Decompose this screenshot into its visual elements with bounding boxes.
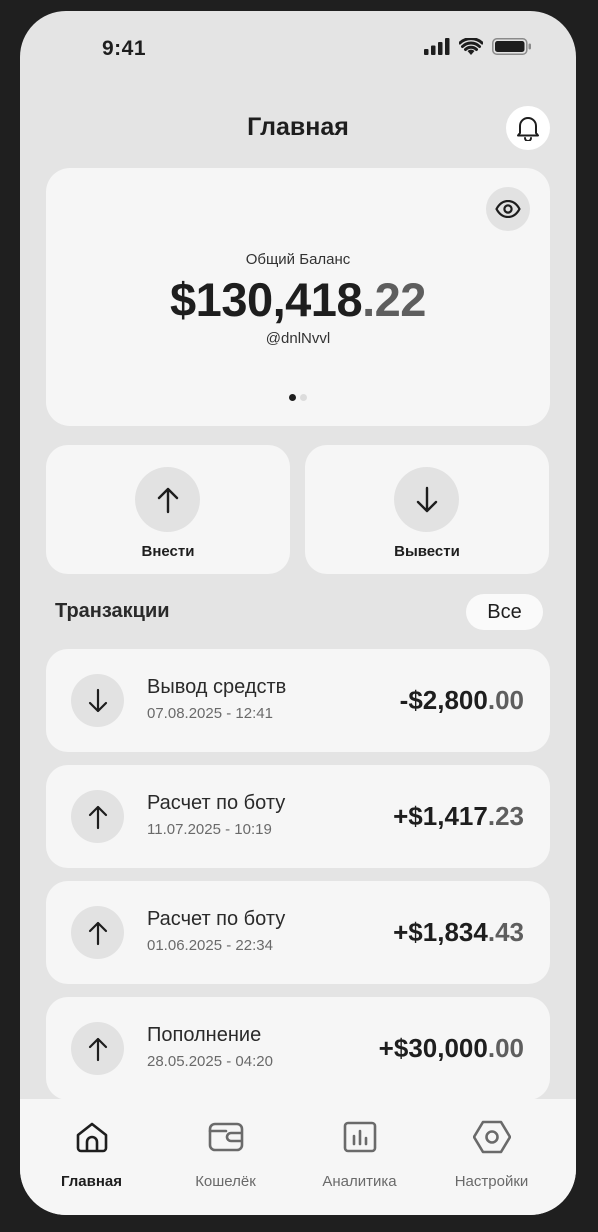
transaction-amount: +$1,417.23 [393, 801, 524, 832]
transaction-amount: +$1,834.43 [393, 917, 524, 948]
tab-label: Кошелёк [195, 1173, 256, 1190]
carousel-dot-active[interactable] [289, 394, 296, 401]
transaction-item[interactable]: Пополнение 28.05.2025 - 04:20 +$30,000.0… [46, 997, 550, 1100]
deposit-circle [135, 467, 200, 532]
balance-amount: $130,418.22 [46, 272, 550, 327]
arrow-down-icon [416, 486, 437, 512]
transaction-direction-icon [71, 1022, 124, 1075]
transaction-amount: +$30,000.00 [379, 1033, 524, 1064]
all-transactions-button[interactable]: Все [466, 594, 543, 630]
status-icons [424, 38, 532, 55]
bell-icon [517, 117, 539, 141]
amount-cents: .00 [487, 685, 524, 715]
arrow-up-icon [88, 1037, 107, 1061]
home-icon [72, 1117, 112, 1157]
amount-cents: .00 [487, 1033, 524, 1063]
balance-label: Общий Баланс [245, 251, 351, 268]
withdraw-button[interactable]: Вывести [305, 445, 549, 574]
withdraw-label: Вывести [394, 543, 460, 560]
transaction-title: Расчет по боту [147, 908, 286, 930]
amount-whole: -$2,800 [399, 685, 488, 715]
transactions-title: Транзакции [55, 600, 170, 622]
phone-screen: 9:41 Главная Общий Баланс $130,418.22 @d… [20, 11, 576, 1215]
transaction-direction-icon [71, 790, 124, 843]
transaction-title: Вывод средств [147, 676, 287, 698]
amount-whole: +$1,417 [393, 801, 488, 831]
transaction-direction-icon [71, 906, 124, 959]
transaction-date: 07.08.2025 - 12:41 [147, 705, 273, 722]
tab-bar: Главная Кошелёк Аналитика Настройки [20, 1099, 576, 1215]
tab-label: Главная [60, 1173, 122, 1190]
transaction-title: Расчет по боту [147, 792, 286, 814]
transaction-date: 11.07.2025 - 10:19 [147, 821, 272, 838]
tab-label: Настройки [454, 1173, 529, 1190]
arrow-up-icon [157, 487, 178, 513]
transaction-item[interactable]: Расчет по боту 11.07.2025 - 10:19 +$1,41… [46, 765, 550, 868]
arrow-up-icon [88, 805, 107, 829]
analytics-icon [340, 1117, 380, 1157]
transaction-date: 01.06.2025 - 22:34 [147, 937, 273, 954]
tab-analytics[interactable]: Аналитика [290, 1099, 429, 1215]
transaction-item[interactable]: Вывод средств 07.08.2025 - 12:41 -$2,800… [46, 649, 550, 752]
balance-card[interactable]: Общий Баланс $130,418.22 @dnlNvvl [46, 168, 550, 426]
toggle-visibility-button[interactable] [486, 187, 530, 231]
tab-settings[interactable]: Настройки [422, 1099, 561, 1215]
balance-cents: .22 [362, 273, 426, 326]
transactions-list: Вывод средств 07.08.2025 - 12:41 -$2,800… [46, 649, 550, 1113]
notifications-button[interactable] [506, 106, 550, 150]
amount-cents: .23 [487, 801, 524, 831]
username: @dnlNvvl [265, 330, 331, 347]
balance-whole: $130,418 [170, 273, 363, 326]
settings-icon [472, 1117, 512, 1157]
status-bar: 9:41 [20, 11, 576, 85]
carousel-dots[interactable] [46, 394, 550, 401]
signal-icon [424, 38, 450, 55]
withdraw-circle [394, 467, 459, 532]
eye-icon [495, 200, 521, 218]
transaction-direction-icon [71, 674, 124, 727]
amount-whole: +$1,834 [393, 917, 488, 947]
status-time: 9:41 [102, 37, 147, 60]
transaction-title: Пополнение [147, 1024, 262, 1046]
tab-home[interactable]: Главная [22, 1099, 161, 1215]
wifi-icon [459, 38, 483, 55]
arrow-up-icon [88, 921, 107, 945]
tab-label: Аналитика [322, 1173, 397, 1190]
amount-whole: +$30,000 [378, 1033, 488, 1063]
battery-icon [492, 38, 531, 55]
transaction-item[interactable]: Расчет по боту 01.06.2025 - 22:34 +$1,83… [46, 881, 550, 984]
deposit-button[interactable]: Внести [46, 445, 290, 574]
amount-cents: .43 [487, 917, 524, 947]
page-title: Главная [247, 113, 349, 141]
wallet-icon [206, 1117, 246, 1157]
tab-wallet[interactable]: Кошелёк [156, 1099, 295, 1215]
transaction-date: 28.05.2025 - 04:20 [147, 1053, 273, 1070]
deposit-label: Внести [141, 543, 195, 560]
arrow-down-icon [88, 688, 107, 712]
carousel-dot[interactable] [300, 394, 307, 401]
transaction-amount: -$2,800.00 [400, 685, 524, 716]
